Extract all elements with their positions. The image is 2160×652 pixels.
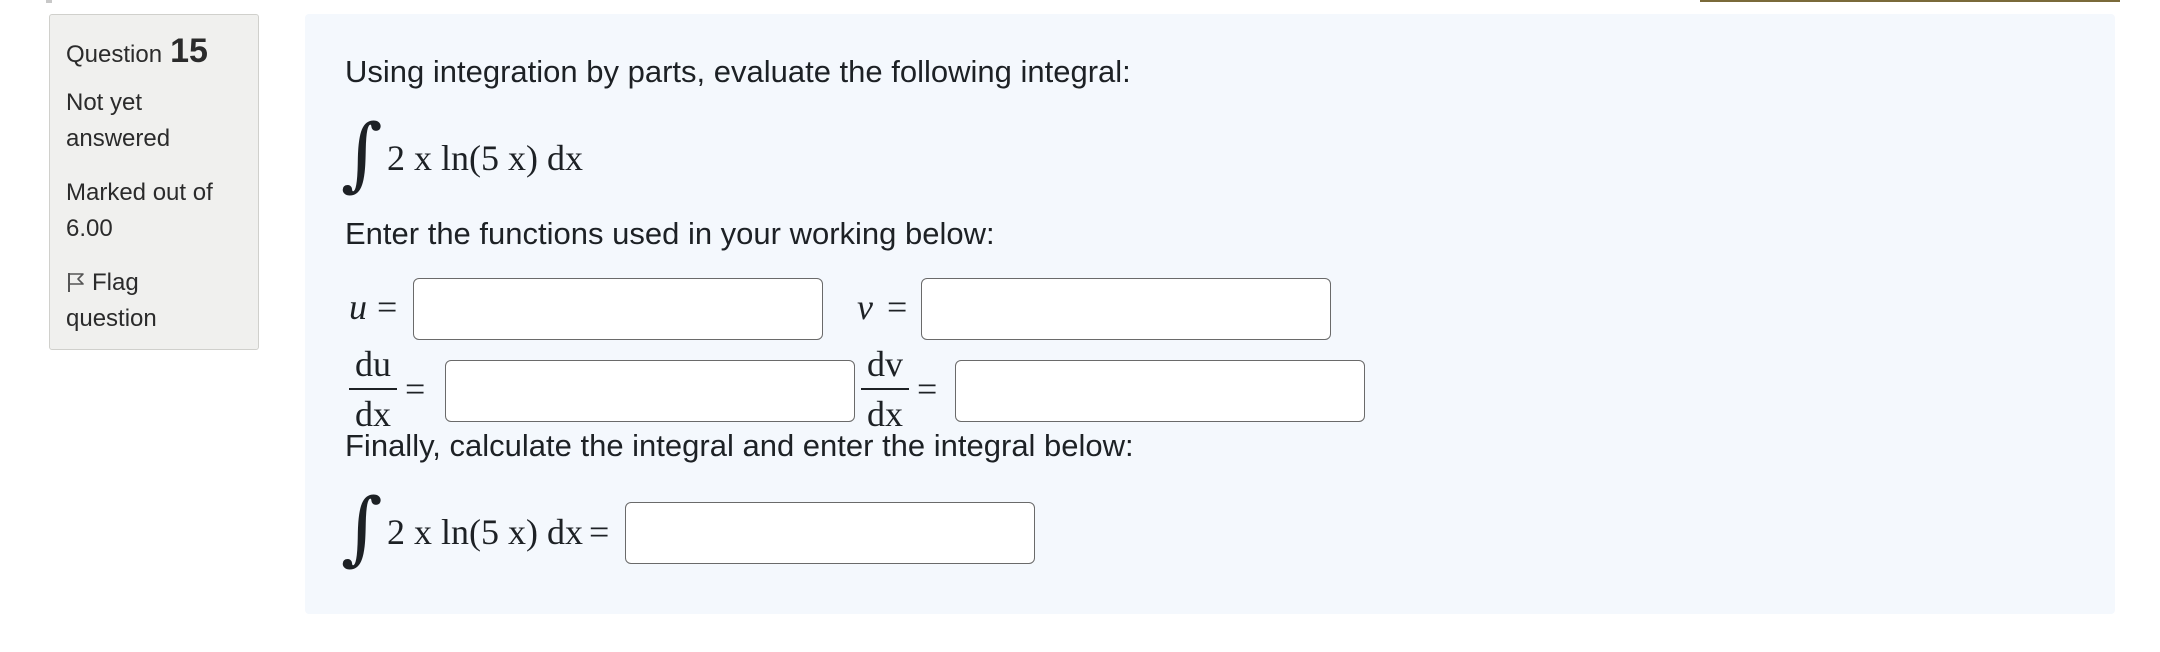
question-grade: Marked out of 6.00 (66, 179, 213, 242)
u-input[interactable] (413, 278, 823, 340)
du-numerator: du (355, 344, 391, 384)
question-number-heading: Question 15 (66, 33, 242, 73)
u-label: u (349, 287, 367, 327)
v-label: v (857, 287, 873, 327)
u-equals: = (377, 287, 398, 327)
v-input[interactable] (921, 278, 1331, 340)
final-integral-expression: 2 x ln(5 x) dx (387, 512, 583, 552)
functions-prompt: Enter the functions used in your working… (345, 216, 995, 251)
integral-sign: ∫ (341, 481, 383, 574)
integral-sign: ∫ (341, 107, 383, 200)
top-divider-right (1700, 0, 2120, 2)
du-dx-fraction: du dx (349, 342, 397, 436)
final-prompt: Finally, calculate the integral and ente… (345, 428, 1134, 463)
dv-dx-fraction: dv dx (861, 342, 909, 436)
question-state: Not yet answered (66, 89, 171, 152)
question-number: 15 (170, 32, 208, 70)
question-content: Using integration by parts, evaluate the… (305, 14, 2115, 614)
final-equals: = (589, 512, 610, 552)
dv-dx-input[interactable] (955, 360, 1365, 422)
question-prompt: Using integration by parts, evaluate the… (345, 54, 1131, 89)
fraction-bar (349, 388, 397, 390)
flag-icon (68, 273, 84, 292)
fraction-bar (861, 388, 909, 390)
answer-input[interactable] (625, 502, 1035, 564)
du-equals: = (405, 369, 426, 409)
dv-numerator: dv (867, 344, 903, 384)
v-equals: = (887, 287, 908, 327)
question-info-box: Question 15 Not yet answered Marked out … (49, 14, 259, 350)
dv-equals: = (917, 369, 938, 409)
integral-expression: 2 x ln(5 x) dx (387, 138, 583, 178)
du-dx-input[interactable] (445, 360, 855, 422)
flag-question-button[interactable]: Flag question (66, 265, 206, 337)
top-divider-left (46, 0, 52, 3)
question-label: Question (66, 41, 163, 68)
